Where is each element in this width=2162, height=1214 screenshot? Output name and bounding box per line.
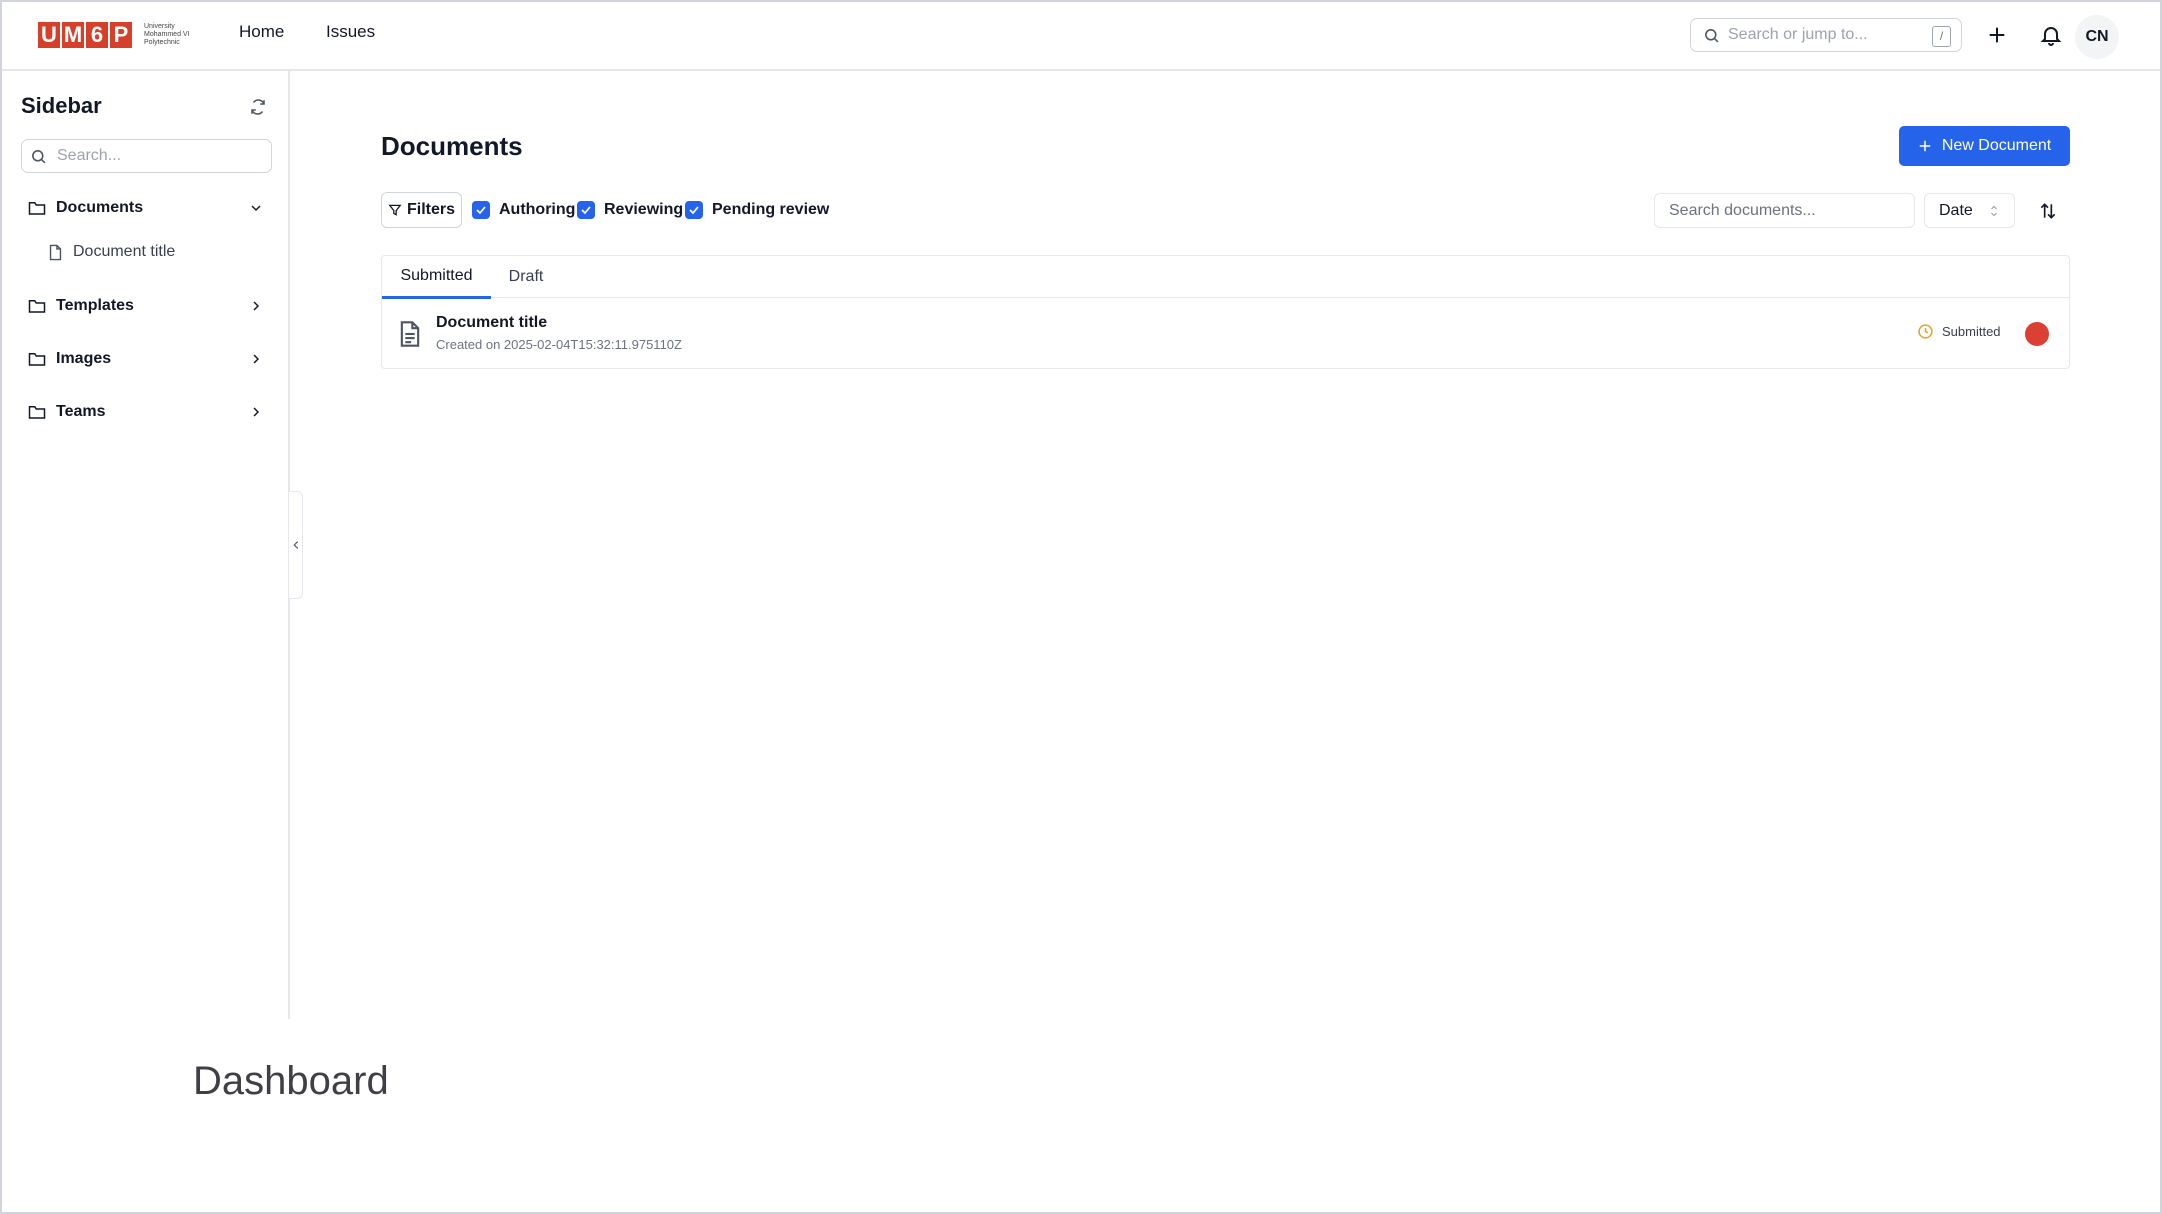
filter-label: Authoring bbox=[499, 201, 576, 218]
sidebar-item-label: Images bbox=[56, 350, 112, 367]
sort-field-select[interactable]: Date bbox=[1924, 193, 2015, 228]
notifications-button[interactable] bbox=[2031, 15, 2071, 55]
tab-submitted[interactable]: Submitted bbox=[382, 256, 491, 299]
footer-area bbox=[2, 1020, 2160, 1212]
logo-line: Mohammed VI bbox=[144, 30, 190, 38]
dashboard-caption: Dashboard bbox=[193, 1059, 389, 1103]
sidebar-subitem-document[interactable]: Document title bbox=[48, 237, 175, 267]
document-title[interactable]: Document title bbox=[436, 314, 547, 332]
tabs-bar bbox=[382, 256, 2069, 298]
filter-label: Reviewing bbox=[604, 201, 684, 218]
sidebar-item-label: Teams bbox=[56, 403, 106, 420]
sidebar-refresh-button[interactable] bbox=[244, 93, 272, 121]
filters-button[interactable]: Filters bbox=[381, 192, 462, 228]
sidebar-item-label: Templates bbox=[56, 297, 134, 314]
brand-logo[interactable]: U M 6 P University Mohammed VI Polytechn… bbox=[38, 21, 206, 48]
search-icon bbox=[1705, 28, 1719, 42]
tab-draft[interactable]: Draft bbox=[491, 256, 561, 298]
chevron-right-icon bbox=[253, 301, 260, 311]
sidebar-item-templates[interactable]: Templates bbox=[28, 291, 264, 321]
nav-issues[interactable]: Issues bbox=[326, 22, 375, 42]
new-document-label: New Document bbox=[1941, 137, 2052, 154]
logo-tile: 6 bbox=[86, 21, 108, 48]
chevron-updown-icon bbox=[1991, 205, 1997, 216]
document-icon bbox=[400, 321, 420, 347]
logo-tile: M bbox=[62, 21, 84, 48]
shortcut-key: / bbox=[1932, 26, 1951, 47]
filter-label: Pending review bbox=[712, 201, 830, 218]
new-document-button[interactable]: New Document bbox=[1899, 126, 2070, 166]
sort-direction-button[interactable] bbox=[2030, 193, 2065, 228]
clock-icon bbox=[1918, 324, 1933, 339]
user-avatar[interactable]: CN bbox=[2075, 15, 2119, 59]
page-title: Documents bbox=[381, 131, 523, 161]
chevron-right-icon bbox=[253, 407, 260, 417]
sidebar-item-teams[interactable]: Teams bbox=[28, 397, 264, 427]
sidebar-search-input[interactable]: Search... bbox=[21, 139, 272, 173]
status-label: Submitted bbox=[1942, 324, 2001, 339]
sort-arrows-icon bbox=[2040, 202, 2055, 219]
create-button[interactable] bbox=[1977, 15, 2017, 55]
search-icon bbox=[32, 149, 46, 163]
plus-icon bbox=[1989, 27, 2005, 43]
folder-icon bbox=[28, 406, 46, 419]
filters-label: Filters bbox=[406, 201, 455, 218]
plus-icon bbox=[1919, 140, 1931, 152]
logo-line: University bbox=[144, 22, 175, 30]
status-indicator-dot bbox=[2025, 322, 2049, 346]
folder-icon bbox=[28, 300, 46, 313]
logo-tile: U bbox=[38, 21, 60, 48]
checkbox-checked-icon bbox=[685, 201, 703, 219]
filter-reviewing-checkbox[interactable]: Reviewing bbox=[577, 199, 683, 221]
table-row[interactable] bbox=[382, 299, 2069, 367]
document-created-date: Created on 2025-02-04T15:32:11.975110Z bbox=[436, 337, 682, 352]
sidebar-item-images[interactable]: Images bbox=[28, 344, 264, 374]
sidebar-collapse-handle[interactable] bbox=[289, 491, 303, 599]
sidebar-search-placeholder: Search... bbox=[57, 147, 122, 164]
documents-search-input[interactable]: Search documents... bbox=[1654, 193, 1915, 228]
documents-search-placeholder: Search documents... bbox=[1669, 201, 1816, 219]
chevron-left-icon bbox=[292, 541, 298, 549]
global-search-placeholder: Search or jump to... bbox=[1728, 26, 1868, 43]
refresh-icon bbox=[251, 99, 265, 115]
sidebar-subitem-label: Document title bbox=[73, 243, 176, 260]
filter-authoring-checkbox[interactable]: Authoring bbox=[472, 199, 575, 221]
global-search-input[interactable]: Search or jump to... / bbox=[1690, 18, 1962, 52]
folder-icon bbox=[28, 353, 46, 366]
filter-pending-review-checkbox[interactable]: Pending review bbox=[685, 199, 829, 221]
logo-tile: P bbox=[110, 21, 132, 48]
folder-icon bbox=[28, 202, 46, 215]
logo-line: Polytechnic bbox=[144, 38, 180, 46]
sidebar-item-label: Documents bbox=[56, 199, 144, 216]
sort-field-value: Date bbox=[1939, 201, 1973, 219]
filter-icon bbox=[388, 204, 402, 216]
bell-icon bbox=[2040, 27, 2062, 46]
status-badge: Submitted bbox=[1917, 323, 2001, 340]
checkbox-checked-icon bbox=[577, 201, 595, 219]
chevron-right-icon bbox=[253, 354, 260, 364]
sidebar-item-documents[interactable]: Documents bbox=[28, 193, 264, 223]
chevron-down-icon bbox=[251, 205, 261, 212]
file-icon bbox=[49, 244, 62, 260]
logo-wordmark: University Mohammed VI Polytechnic bbox=[144, 23, 206, 47]
sidebar-title: Sidebar bbox=[21, 93, 102, 118]
checkbox-checked-icon bbox=[472, 201, 490, 219]
nav-home[interactable]: Home bbox=[239, 22, 284, 42]
